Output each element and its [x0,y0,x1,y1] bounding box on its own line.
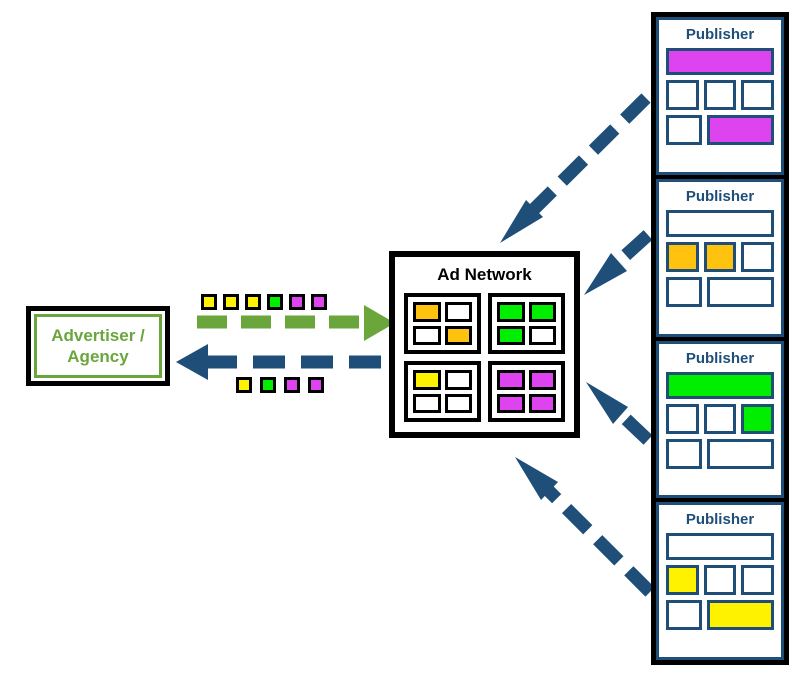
outbound-packet [267,294,283,310]
publisher-1-arrow [500,93,651,243]
publisher-banner-slot [666,371,774,399]
ad-slot [413,325,441,345]
publisher-slot-row-three [666,565,775,596]
publisher-ad-slot [666,403,699,434]
publisher-3-arrowhead [586,382,628,424]
publisher-ad-slot [666,241,699,272]
publisher-banner-slot [666,533,774,561]
ad-slot [444,370,472,390]
publisher-ad-slot [666,438,702,469]
publisher-slot-row-three [666,403,775,434]
ad-slot [497,393,525,413]
advertiser-agency-inner-frame: Advertiser / Agency [34,314,162,378]
ad-slot [497,325,525,345]
publisher-slot-row-two [666,600,774,631]
publisher-column: Publisher Publisher Publisher Publisher [651,12,789,665]
publisher-banner-slot [666,48,774,75]
quadrant-top-right [488,293,565,354]
publisher-2-arrowhead [584,253,627,295]
publisher-ad-slot [703,565,737,596]
advertiser-to-network-arrow [197,305,395,341]
publisher-card-2[interactable]: Publisher [656,178,784,337]
network-to-advertiser-arrow [176,344,390,380]
publisher-ad-slot [666,115,702,145]
publisher-ad-slot [666,80,699,110]
publisher-4-dashed-line [530,472,655,597]
publisher-ad-slot [707,438,774,469]
publisher-ad-slot [741,565,775,596]
publisher-ad-slot [741,241,775,272]
publisher-ad-slot [666,276,702,307]
outbound-packet [289,294,305,310]
ad-slot [497,370,525,390]
publisher-slot-row-three [666,80,775,110]
publisher-title: Publisher [685,511,755,529]
publisher-ad-slot [666,565,699,596]
ad-slot [528,325,556,345]
ad-slot [444,325,472,345]
publisher-card-1[interactable]: Publisher [656,17,784,175]
publisher-slot-row-two [666,115,774,145]
publisher-banner-slot [666,209,774,237]
ad-slot [413,370,441,390]
publisher-2-arrow [584,230,653,295]
blue-arrowhead [176,344,208,380]
publisher-card-3[interactable]: Publisher [656,340,784,499]
advertiser-agency-label: Advertiser / Agency [51,326,145,366]
quadrant-top-left [404,293,481,354]
diagram-canvas: Advertiser / Agency Ad Network Publisher… [0,0,798,683]
inbound-packet-row [236,377,324,393]
inbound-packet [308,377,324,393]
publisher-ad-slot [707,600,774,631]
publisher-card-4[interactable]: Publisher [656,502,784,660]
ad-slot [528,302,556,322]
publisher-ad-slot [741,403,775,434]
inbound-packet [236,377,252,393]
ad-network-title: Ad Network [437,265,532,284]
publisher-1-dashed-line [516,93,651,227]
outbound-packet-row [201,294,327,310]
publisher-ad-slot [707,276,774,307]
ad-network-inventory-grid [404,293,565,422]
publisher-slot-row-three [666,241,775,272]
ad-network-box[interactable]: Ad Network [389,251,580,438]
publisher-3-arrow [586,382,653,445]
publisher-ad-slot [666,600,702,631]
ad-slot [528,370,556,390]
publisher-slot-row-two [666,276,774,307]
publisher-ad-slot [703,80,737,110]
outbound-packet [223,294,239,310]
publisher-title: Publisher [685,26,755,43]
publisher-ad-slot [707,115,774,145]
ad-slot [497,302,525,322]
advertiser-agency-box[interactable]: Advertiser / Agency [26,306,170,386]
publisher-ad-slot [741,80,775,110]
ad-slot [444,302,472,322]
inbound-packet [260,377,276,393]
ad-slot [413,302,441,322]
publisher-4-arrow [515,457,655,597]
outbound-packet [245,294,261,310]
publisher-ad-slot [703,241,737,272]
publisher-slot-row-two [666,438,774,469]
ad-slot [528,393,556,413]
quadrant-bottom-left [404,361,481,422]
outbound-packet [311,294,327,310]
ad-slot [444,393,472,413]
inbound-packet [284,377,300,393]
quadrant-bottom-right [488,361,565,422]
publisher-ad-slot [703,403,737,434]
ad-slot [413,393,441,413]
publisher-title: Publisher [685,187,755,205]
outbound-packet [201,294,217,310]
publisher-title: Publisher [685,349,755,367]
